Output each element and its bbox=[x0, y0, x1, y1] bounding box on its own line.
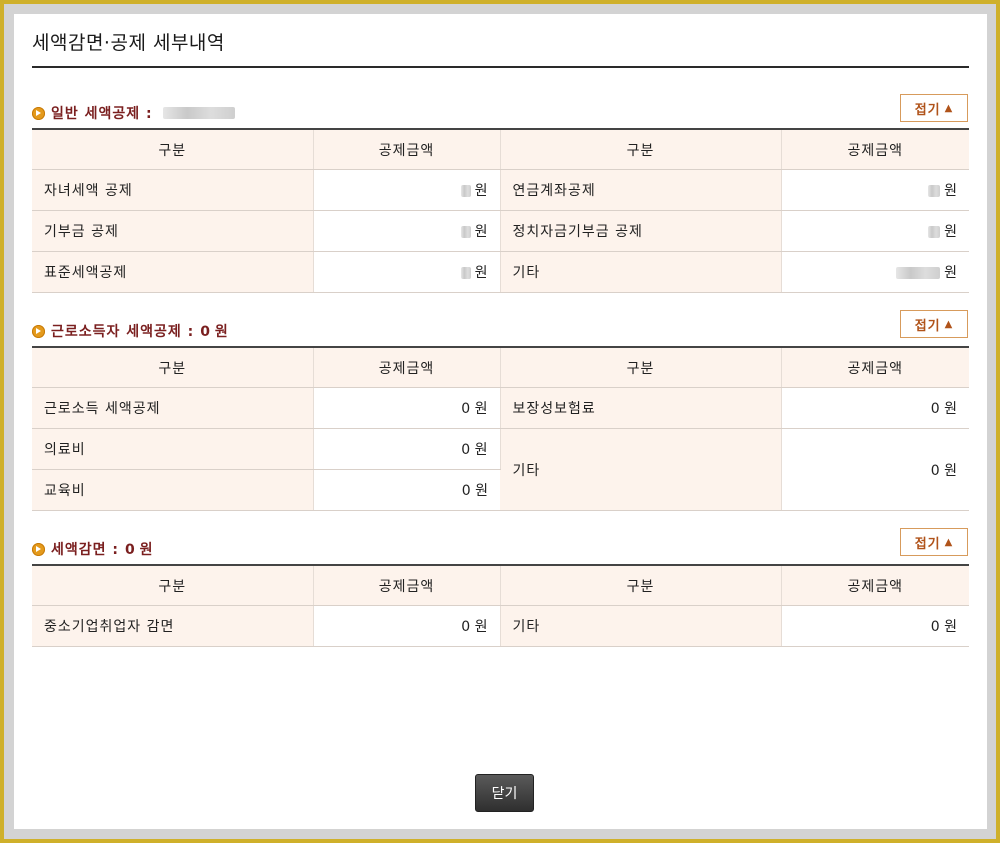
earned-income-table: 구분 공제금액 구분 공제금액 근로소득 세액공제 0 원 보장성보험료 0 원… bbox=[32, 346, 969, 511]
row-value: 0 원 bbox=[781, 387, 969, 429]
masked-value bbox=[928, 226, 941, 238]
row-value: 0 원 bbox=[781, 605, 969, 647]
row-value: 0 원 bbox=[313, 605, 501, 647]
row-label: 자녀세액 공제 bbox=[32, 169, 314, 211]
row-label: 중소기업취업자 감면 bbox=[32, 605, 314, 647]
column-header: 공제금액 bbox=[781, 565, 969, 606]
title-divider bbox=[32, 66, 969, 68]
column-header: 구분 bbox=[32, 565, 314, 606]
masked-value bbox=[460, 267, 471, 279]
circle-arrow-icon bbox=[32, 324, 45, 338]
row-label: 연금계좌공제 bbox=[500, 169, 782, 211]
table-row: 자녀세액 공제 원 연금계좌공제 원 bbox=[32, 169, 969, 211]
column-header: 구분 bbox=[32, 347, 314, 388]
row-value: 원 bbox=[313, 210, 501, 252]
table-row: 중소기업취업자 감면 0 원 기타 0 원 bbox=[32, 605, 969, 647]
row-value: 0 원 bbox=[313, 428, 501, 470]
detail-panel: 세액감면·공제 세부내역 일반 세액공제 : 접기 ▲ 구분 공제금액 구분 공제… bbox=[14, 14, 987, 829]
table-row: 근로소득 세액공제 0 원 보장성보험료 0 원 bbox=[32, 387, 969, 429]
section-general-credit-header: 일반 세액공제 : bbox=[32, 103, 235, 123]
fold-button-general-credit[interactable]: 접기 ▲ bbox=[900, 94, 968, 122]
section-amount: 0 원 bbox=[200, 324, 228, 340]
row-label: 정치자금기부금 공제 bbox=[500, 210, 782, 252]
row-value: 원 bbox=[313, 251, 501, 293]
column-header: 공제금액 bbox=[313, 129, 501, 170]
column-header: 공제금액 bbox=[313, 565, 501, 606]
row-label: 기부금 공제 bbox=[32, 210, 314, 252]
section-title: 근로소득자 세액공제 : bbox=[51, 324, 195, 340]
section-tax-reduction-header: 세액감면 : 0 원 bbox=[32, 539, 153, 559]
circle-arrow-icon bbox=[32, 542, 45, 556]
section-amount: 0 원 bbox=[125, 542, 153, 558]
row-value: 0 원 bbox=[781, 428, 969, 511]
table-row: 표준세액공제 원 기타 원 bbox=[32, 251, 969, 293]
row-label: 근로소득 세액공제 bbox=[32, 387, 314, 429]
page-title: 세액감면·공제 세부내역 bbox=[32, 32, 225, 54]
masked-value bbox=[460, 226, 471, 238]
masked-value bbox=[896, 267, 941, 279]
column-header: 구분 bbox=[500, 129, 782, 170]
table-row: 기부금 공제 원 정치자금기부금 공제 원 bbox=[32, 210, 969, 252]
section-title: 세액감면 : bbox=[51, 542, 119, 558]
row-value: 원 bbox=[313, 169, 501, 211]
row-label: 의료비 bbox=[32, 428, 314, 470]
triangle-up-icon: ▲ bbox=[944, 102, 954, 114]
column-header: 공제금액 bbox=[781, 347, 969, 388]
row-label: 교육비 bbox=[32, 469, 314, 511]
section-earned-income-header: 근로소득자 세액공제 : 0 원 bbox=[32, 321, 228, 341]
fold-button-earned-income[interactable]: 접기 ▲ bbox=[900, 310, 968, 338]
triangle-up-icon: ▲ bbox=[944, 318, 954, 330]
masked-amount bbox=[162, 107, 235, 119]
row-value: 0 원 bbox=[313, 469, 500, 511]
row-label: 기타 bbox=[500, 251, 782, 293]
fold-button-tax-reduction[interactable]: 접기 ▲ bbox=[900, 528, 968, 556]
row-value: 원 bbox=[781, 251, 969, 293]
row-value: 원 bbox=[781, 169, 969, 211]
masked-value bbox=[460, 185, 471, 197]
table-row: 의료비 0 원 기타 0 원 bbox=[32, 428, 969, 511]
column-header: 공제금액 bbox=[781, 129, 969, 170]
row-label: 표준세액공제 bbox=[32, 251, 314, 293]
triangle-up-icon: ▲ bbox=[944, 536, 954, 548]
masked-value bbox=[928, 185, 941, 197]
column-header: 구분 bbox=[32, 129, 314, 170]
row-label: 기타 bbox=[500, 428, 782, 511]
general-credit-table: 구분 공제금액 구분 공제금액 자녀세액 공제 원 연금계좌공제 원 기부금 공… bbox=[32, 128, 969, 293]
row-value: 0 원 bbox=[313, 387, 501, 429]
row-label: 기타 bbox=[500, 605, 782, 647]
section-title: 일반 세액공제 : bbox=[51, 106, 153, 122]
circle-arrow-icon bbox=[32, 106, 45, 120]
column-header: 공제금액 bbox=[313, 347, 501, 388]
close-button[interactable]: 닫기 bbox=[475, 774, 534, 812]
column-header: 구분 bbox=[500, 347, 782, 388]
row-value: 원 bbox=[781, 210, 969, 252]
tax-reduction-table: 구분 공제금액 구분 공제금액 중소기업취업자 감면 0 원 기타 0 원 bbox=[32, 564, 969, 647]
column-header: 구분 bbox=[500, 565, 782, 606]
row-label: 보장성보험료 bbox=[500, 387, 782, 429]
